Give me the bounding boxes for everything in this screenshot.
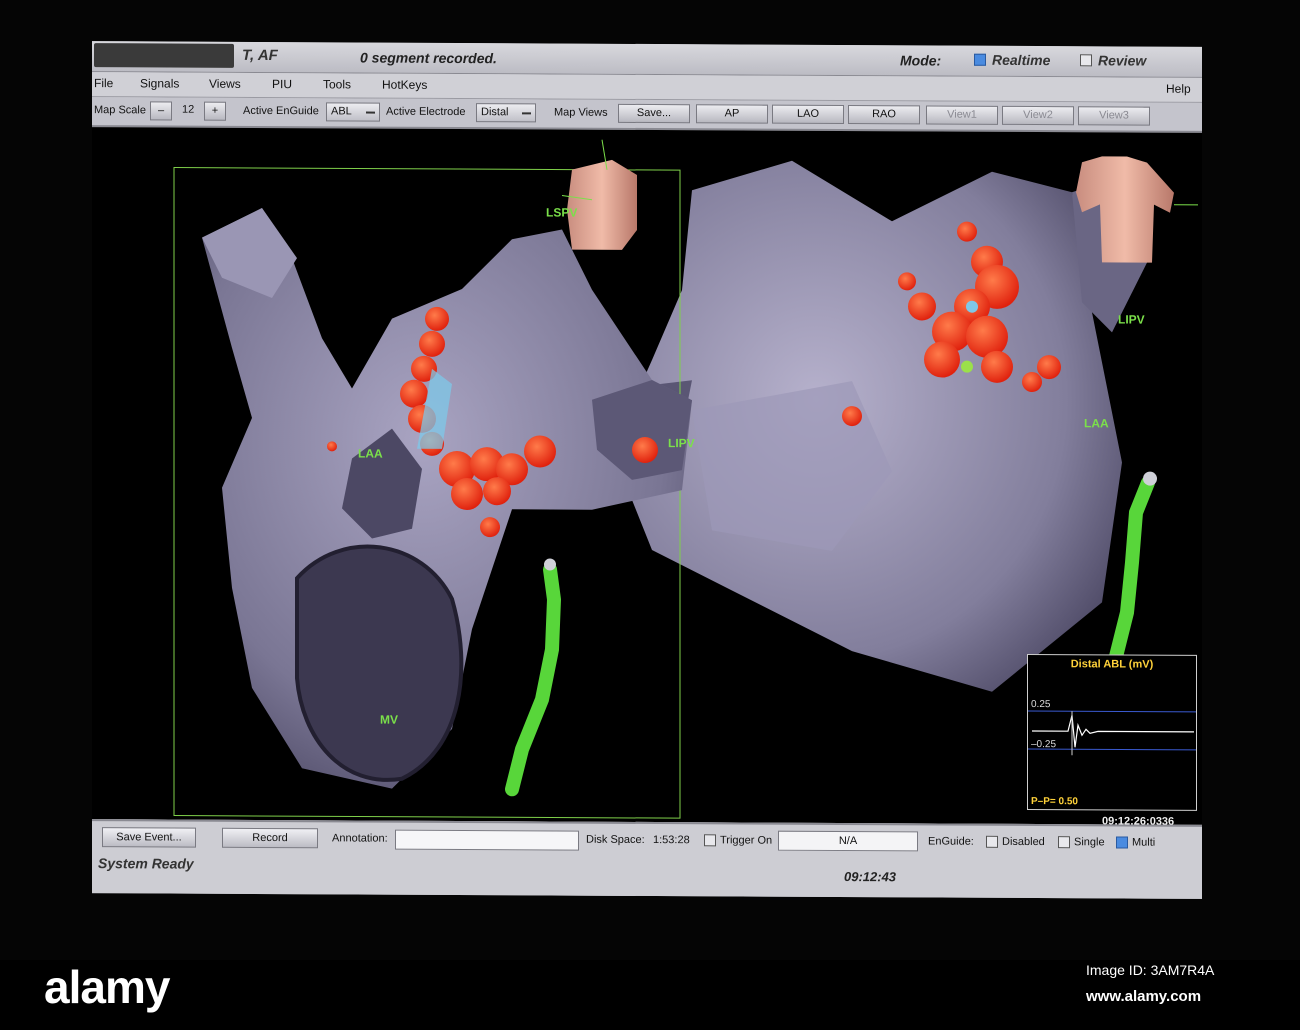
menu-views[interactable]: Views (209, 77, 241, 91)
photo-credit-brand: alamy (44, 961, 170, 1013)
photo-credit-image-id: Image ID: 3AM7R4A (1086, 962, 1215, 978)
na-button[interactable]: N/A (778, 830, 918, 852)
menu-hotkeys[interactable]: HotKeys (382, 78, 427, 92)
enguide-disabled-checkbox[interactable] (986, 835, 998, 848)
mode-review-option[interactable]: Review (1080, 52, 1147, 69)
signal-peak-to-peak: P–P= 0.50 (1031, 796, 1078, 808)
map-scale-label: Map Scale (94, 104, 146, 117)
active-enguide-value: ABL (331, 105, 352, 118)
menu-tools[interactable]: Tools (323, 77, 351, 91)
trigger-on-option[interactable]: Trigger On (704, 834, 773, 847)
view-lao-button[interactable]: LAO (772, 104, 844, 125)
app-window: T, AF 0 segment recorded. Mode: Realtime… (92, 41, 1202, 899)
menu-signals[interactable]: Signals (140, 76, 179, 90)
active-electrode-select[interactable]: Distal (476, 103, 536, 123)
left-catheter (505, 558, 562, 797)
window-title: T, AF (242, 46, 278, 65)
trigger-on-label: Trigger On (720, 834, 773, 847)
menu-file[interactable]: File (94, 76, 113, 90)
mode-label: Mode: (900, 52, 942, 69)
menu-piu[interactable]: PIU (272, 77, 292, 91)
view1-button[interactable]: View1 (926, 105, 998, 125)
view2-button[interactable]: View2 (1002, 105, 1074, 126)
view3-button[interactable]: View3 (1078, 106, 1150, 126)
status-bar: Save Event... Record Annotation: Disk Sp… (92, 819, 1202, 899)
disk-space-label: Disk Space: (586, 833, 645, 846)
status-clock: 09:12:43 (844, 869, 897, 885)
active-electrode-label: Active Electrode (386, 105, 466, 119)
enguide-disabled-label: Disabled (1002, 835, 1045, 849)
system-status: System Ready (98, 855, 194, 872)
map-scale-increase-button[interactable]: + (204, 101, 226, 121)
enguide-disabled-option[interactable]: Disabled (986, 835, 1045, 849)
enguide-multi-label: Multi (1132, 836, 1156, 849)
redacted-patient-name (94, 43, 234, 68)
signal-panel: Distal ABL (mV) 0.25 –0.25 P–P= 0.50 (1027, 653, 1197, 811)
enguide-label: EnGuide: (928, 835, 974, 848)
annotation-label: Annotation: (332, 832, 388, 845)
mode-realtime-option[interactable]: Realtime (974, 52, 1050, 68)
map-views-label: Map Views (554, 106, 608, 119)
label-laa-left: LAA (358, 446, 383, 461)
right-view-chamber (612, 160, 1152, 692)
dropdown-icon (366, 111, 375, 114)
review-checkbox[interactable] (1080, 54, 1092, 67)
save-view-button[interactable]: Save... (618, 103, 690, 124)
active-enguide-label: Active EnGuide (243, 104, 319, 118)
menu-help[interactable]: Help (1166, 82, 1191, 96)
review-label: Review (1098, 52, 1147, 69)
trigger-on-checkbox[interactable] (704, 834, 716, 847)
label-lipv-left: LIPV (668, 436, 695, 451)
map-viewport[interactable]: LSPV LAA LIPV MV LIPV LAA Distal ABL (mV… (92, 127, 1202, 828)
enguide-multi-option[interactable]: Multi (1116, 836, 1156, 849)
label-lspv: LSPV (546, 205, 578, 220)
record-button[interactable]: Record (222, 827, 318, 849)
signal-trace (1028, 710, 1196, 756)
view-rao-button[interactable]: RAO (848, 105, 920, 125)
segment-status: 0 segment recorded. (360, 49, 497, 67)
save-event-button[interactable]: Save Event... (102, 827, 196, 848)
label-mv: MV (380, 712, 398, 727)
annotation-input[interactable] (395, 829, 579, 851)
map-scale-decrease-button[interactable]: – (150, 101, 172, 121)
realtime-label: Realtime (992, 51, 1051, 69)
realtime-checkbox[interactable] (974, 53, 986, 66)
left-view-chamber (202, 207, 692, 789)
label-lipv-right: LIPV (1118, 312, 1145, 327)
enguide-single-label: Single (1074, 836, 1105, 849)
enguide-multi-checkbox[interactable] (1116, 836, 1128, 849)
enguide-single-checkbox[interactable] (1058, 836, 1070, 849)
label-laa-right: LAA (1084, 416, 1109, 431)
map-scale-value: 12 (182, 103, 195, 116)
view-ap-button[interactable]: AP (696, 104, 768, 124)
photo-credit-url: www.alamy.com (1086, 988, 1202, 1005)
active-enguide-select[interactable]: ABL (326, 102, 380, 122)
left-torso-orientation-icon (561, 139, 637, 250)
active-electrode-value: Distal (481, 106, 509, 119)
disk-space-value: 1:53:28 (653, 834, 690, 847)
dropdown-icon (522, 112, 531, 115)
enguide-single-option[interactable]: Single (1058, 836, 1105, 848)
